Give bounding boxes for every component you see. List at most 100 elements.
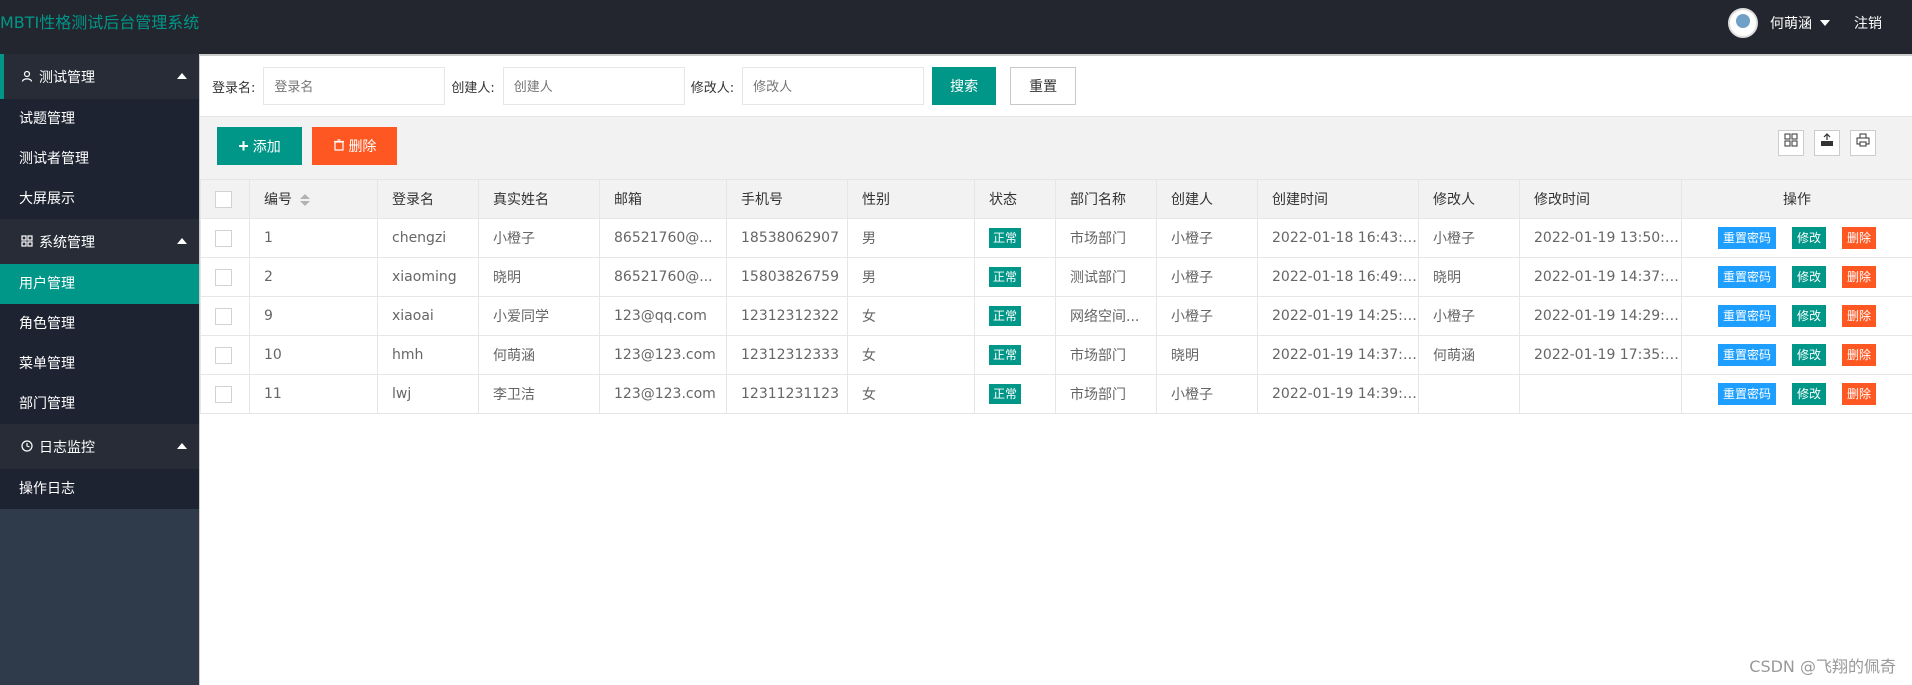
delete-row-button[interactable]: 删除 bbox=[1842, 383, 1877, 405]
cell-actions: 重置密码 修改 删除 bbox=[1681, 257, 1912, 297]
delete-row-button[interactable]: 删除 bbox=[1842, 227, 1877, 249]
row-checkbox[interactable] bbox=[215, 385, 232, 403]
cell-status: 正常 bbox=[974, 374, 1056, 414]
cell-email: 123@123.com bbox=[599, 335, 727, 375]
edit-button[interactable]: 修改 bbox=[1791, 383, 1826, 405]
columns-icon[interactable] bbox=[1778, 130, 1804, 156]
status-badge: 正常 bbox=[989, 345, 1022, 365]
sidebar-item-departments[interactable]: 部门管理 bbox=[0, 384, 199, 424]
reset-password-button[interactable]: 重置密码 bbox=[1717, 305, 1776, 327]
cell-created: 2022-01-19 14:25:58 bbox=[1257, 296, 1419, 336]
column-header: 性别 bbox=[847, 179, 975, 219]
cell-modifier bbox=[1418, 374, 1520, 414]
print-icon[interactable] bbox=[1850, 130, 1876, 156]
logout-link[interactable]: 注销 bbox=[1854, 13, 1882, 33]
export-icon[interactable] bbox=[1814, 130, 1840, 156]
cell-name: 小爱同学 bbox=[478, 296, 600, 336]
delete-button[interactable]: 删除 bbox=[312, 127, 397, 165]
add-button[interactable]: + 添加 bbox=[217, 127, 302, 165]
chevron-up-icon bbox=[177, 73, 187, 79]
cell-modified: 2022-01-19 14:37:04 bbox=[1519, 257, 1682, 297]
column-header: 邮箱 bbox=[599, 179, 727, 219]
table-row: 1 chengzi 小橙子 86521760@... 18538062907 男正常 市场部… bbox=[200, 218, 1912, 258]
column-header: 部门名称 bbox=[1055, 179, 1157, 219]
cell-creator: 小橙子 bbox=[1156, 374, 1258, 414]
row-select-cell bbox=[200, 374, 250, 414]
cell-name: 李卫洁 bbox=[478, 374, 600, 414]
cell-creator: 晓明 bbox=[1156, 335, 1258, 375]
chevron-up-icon bbox=[177, 238, 187, 244]
reset-password-button[interactable]: 重置密码 bbox=[1717, 383, 1776, 405]
user-icon bbox=[20, 70, 34, 84]
sidebar: 测试管理 试题管理 测试者管理 大屏展示 系统管理 用户管理 角色管理 菜单管理… bbox=[0, 54, 199, 685]
cell-login: xiaoai bbox=[377, 296, 479, 336]
sidebar-item-testers[interactable]: 测试者管理 bbox=[0, 139, 199, 179]
clock-icon bbox=[20, 439, 34, 454]
sidebar-item-roles[interactable]: 角色管理 bbox=[0, 304, 199, 344]
delete-row-button[interactable]: 删除 bbox=[1842, 344, 1877, 366]
row-checkbox[interactable] bbox=[215, 346, 232, 364]
sidebar-item-dashboard[interactable]: 大屏展示 bbox=[0, 179, 199, 219]
header-user-area: 何萌涵 注销 bbox=[1728, 0, 1912, 45]
avatar[interactable] bbox=[1728, 7, 1758, 38]
reset-password-button[interactable]: 重置密码 bbox=[1717, 266, 1776, 288]
row-checkbox[interactable] bbox=[215, 268, 232, 286]
table-header-row: 编号 登录名 真实姓名 邮箱 手机号 性别 状态 部门名称 创建人 创建时间 修… bbox=[200, 179, 1912, 219]
search-bar: 登录名: 创建人: 修改人: 搜索 重置 bbox=[200, 56, 1912, 116]
edit-button[interactable]: 修改 bbox=[1791, 227, 1826, 249]
row-checkbox[interactable] bbox=[215, 229, 232, 247]
sort-icon[interactable] bbox=[300, 194, 310, 206]
table-tool-icons bbox=[1768, 130, 1876, 156]
cell-actions: 重置密码 修改 删除 bbox=[1681, 218, 1912, 258]
table-row: 11 lwj 李卫洁 123@123.com 12311231123 女正常 市场部门 小橙子… bbox=[200, 374, 1912, 414]
cell-login: hmh bbox=[377, 335, 479, 375]
creator-input[interactable] bbox=[502, 67, 685, 105]
chevron-down-icon[interactable] bbox=[1820, 19, 1830, 26]
cell-creator: 小橙子 bbox=[1156, 218, 1258, 258]
login-name-input[interactable] bbox=[263, 67, 446, 105]
reset-password-button[interactable]: 重置密码 bbox=[1717, 227, 1776, 249]
plus-icon: + bbox=[238, 135, 249, 156]
cell-name: 小橙子 bbox=[478, 218, 600, 258]
column-header: 操作 bbox=[1681, 179, 1912, 219]
column-header: 修改时间 bbox=[1519, 179, 1682, 219]
main-panel: 登录名: 创建人: 修改人: 搜索 重置 + 添加 删除 bbox=[199, 54, 1912, 685]
sidebar-item-questions[interactable]: 试题管理 bbox=[0, 99, 199, 139]
sidebar-group-system[interactable]: 系统管理 bbox=[0, 219, 199, 264]
cell-modifier: 晓明 bbox=[1418, 257, 1520, 297]
cell-created: 2022-01-18 16:49:21 bbox=[1257, 257, 1419, 297]
cell-actions: 重置密码 修改 删除 bbox=[1681, 296, 1912, 336]
cell-id: 10 bbox=[249, 335, 378, 375]
sidebar-item-operation-log[interactable]: 操作日志 bbox=[0, 469, 199, 509]
cell-id: 1 bbox=[249, 218, 378, 258]
cell-dept: 市场部门 bbox=[1055, 374, 1157, 414]
cell-email: 86521760@... bbox=[599, 218, 727, 258]
modifier-input[interactable] bbox=[742, 67, 925, 105]
creator-label: 创建人: bbox=[451, 80, 495, 96]
column-header[interactable]: 编号 bbox=[249, 179, 378, 219]
column-header: 真实姓名 bbox=[478, 179, 600, 219]
edit-button[interactable]: 修改 bbox=[1791, 305, 1826, 327]
delete-row-button[interactable]: 删除 bbox=[1842, 266, 1877, 288]
cell-email: 123@123.com bbox=[599, 374, 727, 414]
cell-dept: 市场部门 bbox=[1055, 218, 1157, 258]
table-toolbar: + 添加 删除 bbox=[200, 117, 1912, 179]
sidebar-group-test[interactable]: 测试管理 bbox=[0, 54, 199, 99]
row-checkbox[interactable] bbox=[215, 307, 232, 325]
reset-password-button[interactable]: 重置密码 bbox=[1717, 344, 1776, 366]
cell-status: 正常 bbox=[974, 335, 1056, 375]
sidebar-group-logs[interactable]: 日志监控 bbox=[0, 424, 199, 469]
reset-button[interactable]: 重置 bbox=[1010, 67, 1077, 105]
cell-login: xiaoming bbox=[377, 257, 479, 297]
select-all-checkbox[interactable] bbox=[215, 190, 232, 208]
cell-phone: 12312312333 bbox=[726, 335, 848, 375]
sidebar-item-users[interactable]: 用户管理 bbox=[0, 264, 199, 304]
edit-button[interactable]: 修改 bbox=[1791, 344, 1826, 366]
table-row: 2 xiaoming 晓明 86521760@... 15803826759 男正常 测试部… bbox=[200, 257, 1912, 297]
edit-button[interactable]: 修改 bbox=[1791, 266, 1826, 288]
delete-row-button[interactable]: 删除 bbox=[1842, 305, 1877, 327]
sidebar-item-menus[interactable]: 菜单管理 bbox=[0, 344, 199, 384]
search-button[interactable]: 搜索 bbox=[932, 67, 997, 105]
cell-gender: 女 bbox=[847, 296, 975, 336]
username-menu[interactable]: 何萌涵 bbox=[1770, 13, 1812, 33]
